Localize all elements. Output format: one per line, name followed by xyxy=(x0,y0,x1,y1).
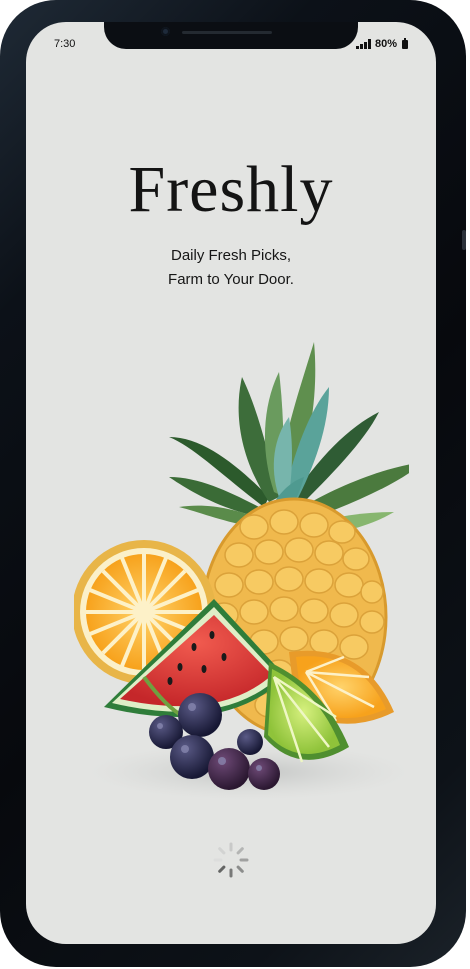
tagline-line-2: Farm to Your Door. xyxy=(168,271,294,288)
app-title: Freshly xyxy=(128,153,334,226)
earpiece-speaker xyxy=(182,31,272,34)
loading-spinner-icon xyxy=(213,842,249,878)
notch xyxy=(104,22,358,49)
status-time: 7:30 xyxy=(54,38,76,50)
battery-icon xyxy=(402,37,408,49)
tagline-line-1: Daily Fresh Picks, xyxy=(170,247,292,264)
side-button xyxy=(462,230,466,250)
splash-screen: 7:30 80% Freshly Daily Fresh Picks, Farm… xyxy=(26,22,436,944)
front-camera-icon xyxy=(161,27,170,36)
fruit-basket-illustration xyxy=(74,342,409,800)
battery-percent: 80% xyxy=(374,38,397,50)
phone-frame: 7:30 80% Freshly Daily Fresh Picks, Farm… xyxy=(0,0,466,967)
signal-icon xyxy=(355,39,371,49)
tagline: Daily Fresh Picks, Farm to Your Door. xyxy=(26,244,436,292)
status-indicators: 80% xyxy=(355,37,408,50)
